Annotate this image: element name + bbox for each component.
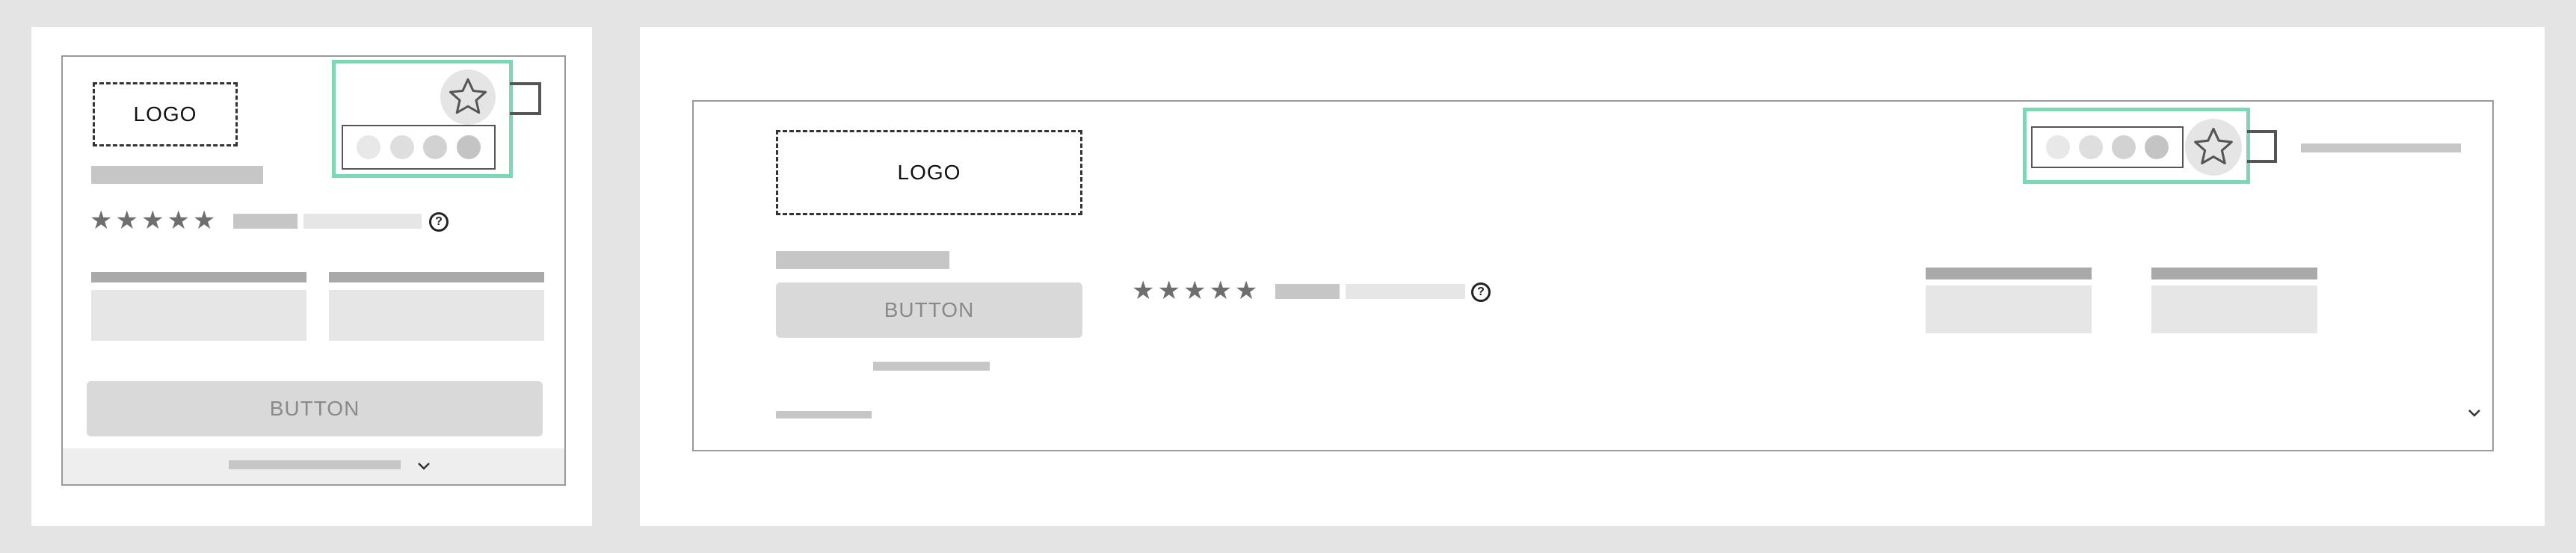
mobile-star-button[interactable] (440, 69, 496, 125)
dot-1[interactable] (2046, 135, 2070, 159)
desktop-help-icon[interactable]: ? (1471, 282, 1491, 302)
desktop-side-square (2247, 130, 2277, 163)
mobile-rating-count (233, 214, 298, 229)
mobile-footer-bar[interactable] (63, 448, 564, 484)
desktop-col1-label (1926, 268, 2092, 279)
dot-4[interactable] (456, 135, 481, 159)
mobile-logo: LOGO (93, 82, 238, 146)
desktop-rating-text (1346, 284, 1465, 299)
desktop-header-link[interactable] (2301, 143, 2461, 152)
mobile-side-square (510, 82, 541, 115)
dot-4[interactable] (2145, 135, 2169, 159)
desktop-title-placeholder (776, 251, 949, 269)
desktop-chevron[interactable] (2462, 401, 2486, 424)
mobile-col2-label (329, 272, 544, 282)
star-outline-icon (2194, 127, 2233, 164)
mobile-button[interactable]: BUTTON (87, 381, 543, 436)
desktop-button[interactable]: BUTTON (776, 282, 1082, 338)
mobile-rating-text (303, 214, 422, 229)
desktop-rating-stars: ★★★★★ (1132, 276, 1261, 306)
mobile-col1-label (91, 272, 306, 282)
desktop-col1-box (1926, 285, 2092, 333)
desktop-star-button[interactable] (2185, 119, 2242, 176)
mobile-title-placeholder (91, 166, 263, 184)
mobile-chevron[interactable] (413, 454, 435, 477)
mobile-footer-label (229, 460, 401, 469)
dot-3[interactable] (2112, 135, 2136, 159)
star-outline-icon (449, 78, 487, 114)
desktop-col2-label (2151, 268, 2317, 279)
mobile-frame: LOGO ★★★★★ ? BUTTON (61, 55, 566, 486)
desktop-highlight-box (2023, 108, 2250, 184)
dot-2[interactable] (389, 135, 414, 159)
desktop-logo: LOGO (776, 130, 1082, 215)
chevron-down-icon (2468, 410, 2480, 417)
desktop-panel: LOGO BUTTON ★★★★★ ? (640, 27, 2545, 526)
dot-3[interactable] (423, 135, 448, 159)
dot-2[interactable] (2079, 135, 2103, 159)
mobile-col1-box (91, 290, 306, 341)
dot-1[interactable] (357, 135, 381, 159)
desktop-button-caption (873, 362, 990, 371)
mobile-highlight-box (332, 60, 513, 178)
chevron-down-icon (418, 463, 430, 470)
desktop-footer-label (776, 411, 872, 418)
desktop-rating-count (1275, 284, 1340, 299)
mobile-col2-box (329, 290, 544, 341)
mobile-rating-stars: ★★★★★ (90, 206, 219, 235)
desktop-dots-box[interactable] (2031, 126, 2184, 168)
mobile-help-icon[interactable]: ? (429, 212, 449, 232)
desktop-col2-box (2151, 285, 2317, 333)
desktop-frame: LOGO BUTTON ★★★★★ ? (692, 100, 2494, 451)
mobile-panel: LOGO ★★★★★ ? BUTTON (31, 27, 592, 526)
mobile-dots-box[interactable] (342, 125, 496, 170)
